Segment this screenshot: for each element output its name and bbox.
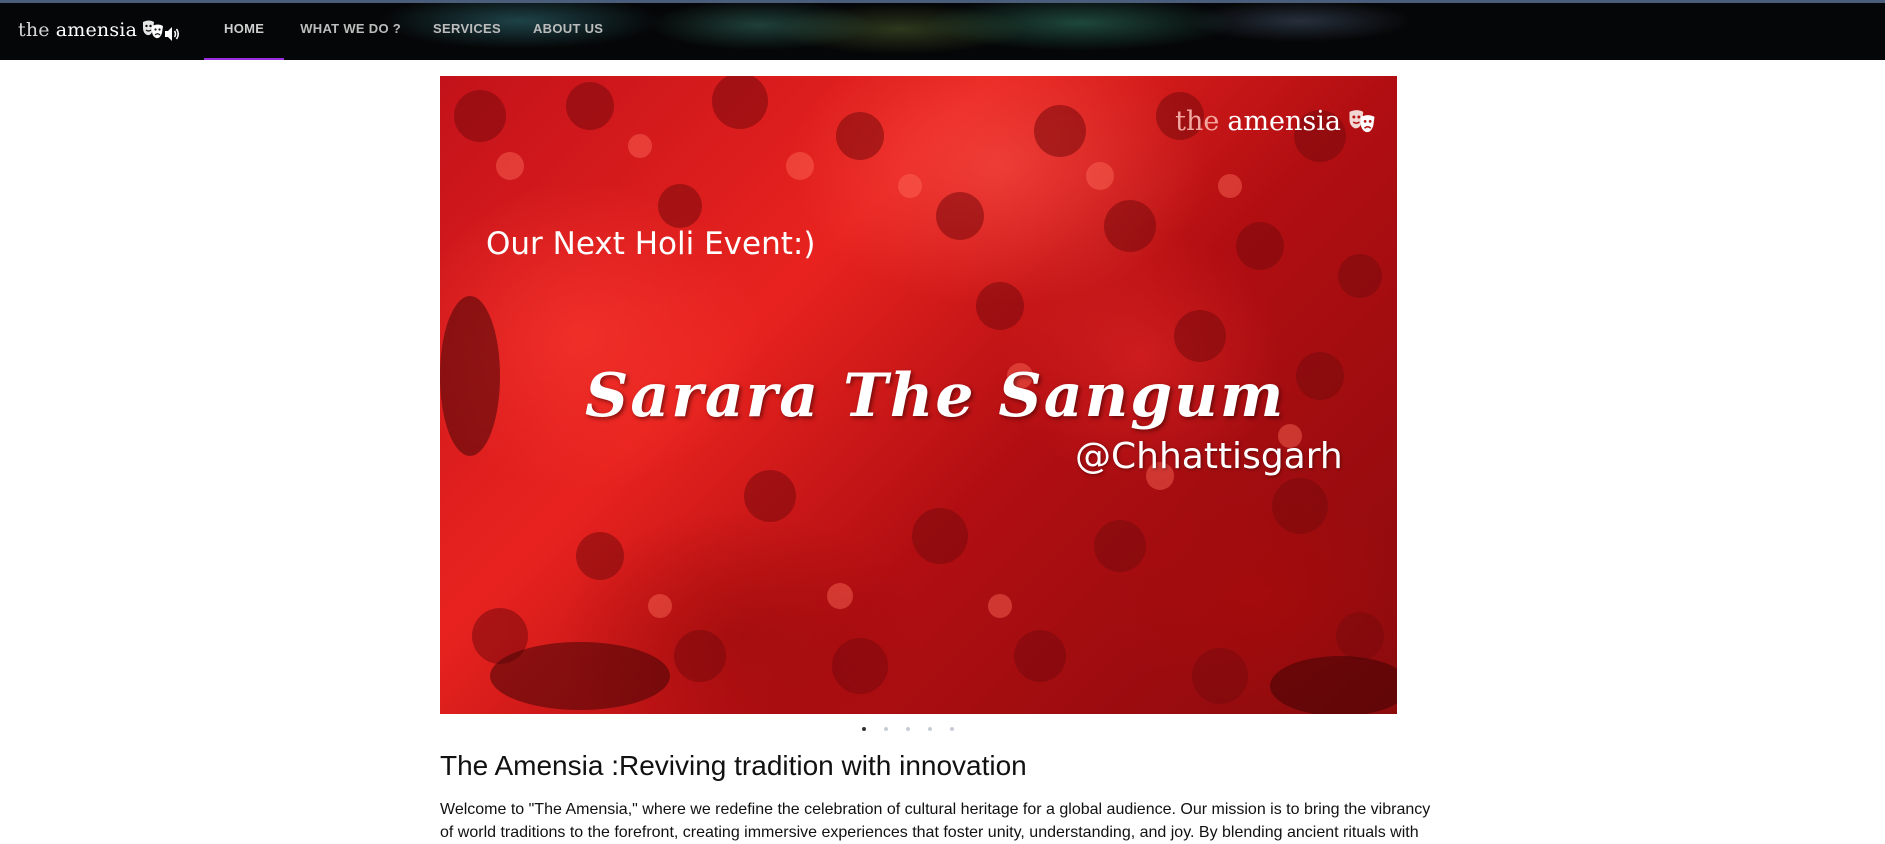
nav-what-we-do[interactable]: WHAT WE DO ? — [284, 3, 417, 60]
nav-about-us[interactable]: ABOUT US — [517, 3, 619, 60]
theater-masks-icon — [1349, 109, 1375, 132]
hero-logo-the: the — [1175, 106, 1220, 137]
speaker-icon — [165, 27, 180, 41]
brand-name: amensia — [55, 19, 138, 41]
intro-paragraph: Welcome to "The Amensia," where we redef… — [440, 801, 1431, 841]
carousel-dot[interactable] — [884, 727, 888, 731]
top-navigation-bar: the amensia HOME WHAT WE DO ? SERVICES A… — [0, 0, 1885, 60]
hero-slide-image[interactable]: the amensia Our Next Holi Event:) Sarara… — [440, 76, 1397, 714]
hero-brand-logo: the amensia — [1175, 106, 1377, 137]
brand-the: the — [18, 19, 50, 41]
carousel-dot[interactable] — [928, 727, 932, 731]
hero-logo-name: amensia — [1227, 106, 1341, 137]
carousel-dot[interactable] — [862, 727, 866, 731]
carousel-dot[interactable] — [906, 727, 910, 731]
hero-location: @Chhattisgarh — [1075, 436, 1343, 477]
nav-services[interactable]: SERVICES — [417, 3, 517, 60]
brand-logo[interactable]: the amensia — [18, 19, 165, 41]
hero-subtitle: Our Next Holi Event:) — [486, 226, 816, 262]
section-headline: The Amensia :Reviving tradition with inn… — [440, 750, 1027, 781]
sound-toggle-button[interactable] — [162, 24, 182, 44]
main-nav: HOME WHAT WE DO ? SERVICES ABOUT US — [204, 3, 619, 60]
hero-event-title: Sarara The Sangum — [585, 361, 1286, 431]
carousel-indicators — [862, 727, 954, 731]
carousel-dot[interactable] — [950, 727, 954, 731]
nav-home[interactable]: HOME — [204, 3, 285, 60]
